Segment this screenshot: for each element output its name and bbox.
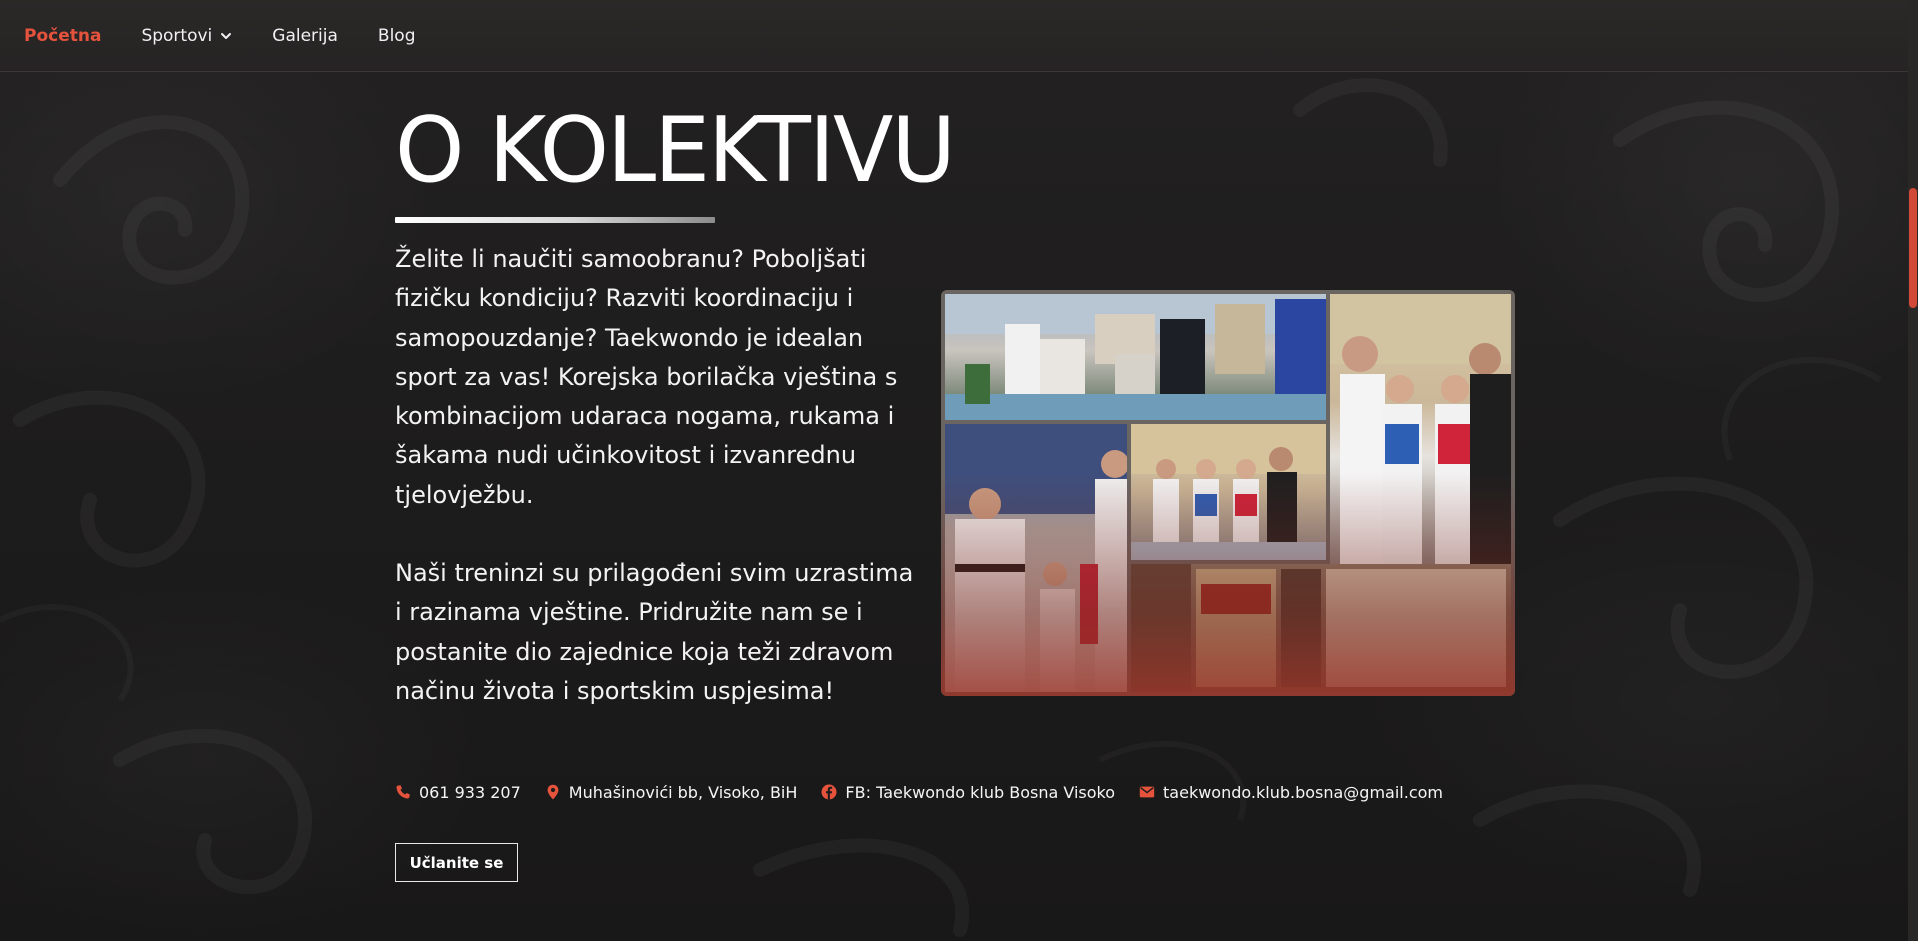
envelope-icon xyxy=(1139,786,1155,798)
contact-facebook[interactable]: FB: Taekwondo klub Bosna Visoko xyxy=(821,783,1115,802)
join-button[interactable]: Učlanite se xyxy=(395,843,518,882)
photo-collage xyxy=(941,290,1515,696)
title-underline xyxy=(395,217,715,223)
nav-item-sportovi[interactable]: Sportovi xyxy=(141,26,232,46)
facebook-icon xyxy=(821,784,837,800)
nav-item-galerija[interactable]: Galerija xyxy=(272,26,338,46)
collage-gradient-overlay xyxy=(941,290,1515,696)
page: Početna Sportovi Galerija Blog O KOLEKTI… xyxy=(0,0,1918,941)
facebook-text: FB: Taekwondo klub Bosna Visoko xyxy=(845,782,1116,802)
section-title: O KOLEKTIVU xyxy=(395,98,956,203)
contact-phone[interactable]: 061 933 207 xyxy=(395,783,521,802)
chevron-down-icon xyxy=(221,32,232,39)
about-paragraph-1: Želite li naučiti samoobranu? Poboljšati… xyxy=(395,245,898,509)
email-text: taekwondo.klub.bosna@gmail.com xyxy=(1163,782,1443,802)
page-scrollbar[interactable] xyxy=(1908,0,1918,941)
map-pin-icon xyxy=(547,784,559,800)
nav-item-pocetna[interactable]: Početna xyxy=(24,26,101,46)
nav-item-label: Sportovi xyxy=(141,25,213,46)
contact-email[interactable]: taekwondo.klub.bosna@gmail.com xyxy=(1139,783,1443,802)
nav-item-label: Blog xyxy=(377,25,416,46)
address-text: Muhašinovići bb, Visoko, BiH xyxy=(568,782,798,802)
nav-item-blog[interactable]: Blog xyxy=(378,26,416,46)
about-description: Želite li naučiti samoobranu? Poboljšati… xyxy=(395,240,915,711)
scrollbar-thumb[interactable] xyxy=(1909,188,1917,308)
phone-icon xyxy=(396,785,410,799)
about-paragraph-2: Naši treninzi su prilagođeni svim uzrast… xyxy=(395,559,914,705)
top-navbar: Početna Sportovi Galerija Blog xyxy=(0,0,1908,72)
contact-address[interactable]: Muhašinovići bb, Visoko, BiH xyxy=(545,782,798,802)
phone-number: 061 933 207 xyxy=(419,782,521,802)
contact-info-row: 061 933 207 Muhašinovići bb, Visoko, BiH… xyxy=(395,780,1467,804)
nav-item-label: Početna xyxy=(24,25,102,46)
nav-item-label: Galerija xyxy=(272,25,338,46)
